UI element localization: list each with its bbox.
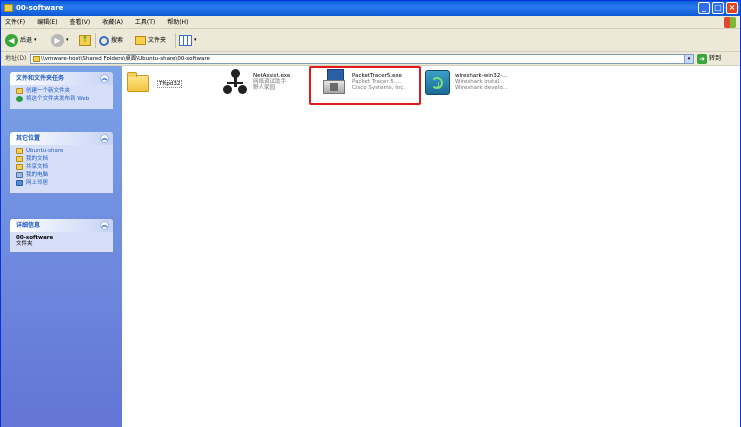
place-ubuntu-share[interactable]: Ubuntu-share xyxy=(16,148,107,154)
place-network[interactable]: 网上邻居 xyxy=(16,180,107,186)
window-title: 00-software xyxy=(16,4,64,12)
file-item[interactable]: Tftpd32 xyxy=(125,69,183,97)
menu-help[interactable]: 帮助(H) xyxy=(167,16,188,29)
documents-icon xyxy=(16,156,23,162)
menu-favorites[interactable]: 收藏(A) xyxy=(102,16,123,29)
search-label: 搜索 xyxy=(111,37,124,44)
menu-tools[interactable]: 工具(T) xyxy=(135,16,155,29)
file-tasks-panel: 文件和文件夹任务 ︽ 创建一个新文件夹 将这个文件夹发布到 Web xyxy=(10,72,113,109)
views-dropdown-icon[interactable]: ▾ xyxy=(194,33,197,48)
forward-dropdown-icon[interactable]: ▾ xyxy=(66,33,69,48)
new-folder-label: 创建一个新文件夹 xyxy=(26,88,71,94)
collapse-icon[interactable]: ︽ xyxy=(100,134,109,143)
details-header[interactable]: 详细信息 ︽ xyxy=(10,219,113,232)
file-company: 野人家园 xyxy=(253,85,276,91)
globe-icon xyxy=(16,96,23,102)
folder-icon xyxy=(125,69,153,97)
search-button[interactable]: 搜索 xyxy=(99,33,123,48)
file-tasks-title: 文件和文件夹任务 xyxy=(16,75,65,82)
place-my-documents[interactable]: 我的文档 xyxy=(16,156,107,162)
go-arrow-icon: ➜ xyxy=(697,54,707,64)
toolbar: ◀ 后退 ▾ ▶ ▾ ↑ 搜索 文件夹 ▾ xyxy=(1,29,740,52)
up-folder-button[interactable]: ↑ xyxy=(79,33,91,48)
file-item[interactable]: ↓ wireshark-win32-... Wireshark instal..… xyxy=(423,69,508,97)
forward-button[interactable]: ▶ ▾ xyxy=(51,33,69,48)
menu-view[interactable]: 查看(V) xyxy=(69,16,90,29)
views-icon xyxy=(179,35,192,46)
new-folder-link[interactable]: 创建一个新文件夹 xyxy=(16,88,107,94)
details-panel: 详细信息 ︽ 00-software 文件夹 xyxy=(10,219,113,252)
views-button[interactable]: ▾ xyxy=(179,33,197,48)
highlight-box xyxy=(309,66,421,105)
file-tasks-header[interactable]: 文件和文件夹任务 ︽ xyxy=(10,72,113,85)
menu-bar: 文件(F) 编辑(E) 查看(V) 收藏(A) 工具(T) 帮助(H) xyxy=(1,16,740,29)
details-title: 详细信息 xyxy=(16,222,41,229)
network-icon xyxy=(16,180,23,186)
network-assistant-icon xyxy=(221,69,249,97)
publish-web-link[interactable]: 将这个文件夹发布到 Web xyxy=(16,96,107,102)
wireshark-icon: ↓ xyxy=(423,69,451,97)
back-arrow-icon: ◀ xyxy=(5,34,18,47)
menu-edit[interactable]: 编辑(E) xyxy=(37,16,57,29)
file-list: Tftpd32 NetAssist.exe 网络调试助手 野人家园 Packet… xyxy=(122,66,740,427)
task-pane: 文件和文件夹任务 ︽ 创建一个新文件夹 将这个文件夹发布到 Web 其它位置 ︽ xyxy=(1,66,122,427)
search-icon xyxy=(99,35,109,46)
file-company: Wireshark develo... xyxy=(455,85,508,91)
folders-icon xyxy=(135,36,146,45)
place-label: 网上邻居 xyxy=(26,180,49,186)
details-type: 文件夹 xyxy=(16,241,33,247)
address-label: 地址(D) xyxy=(5,55,27,62)
windows-logo-icon xyxy=(724,17,736,28)
place-my-computer[interactable]: 我的电脑 xyxy=(16,172,107,178)
folder-icon xyxy=(16,148,23,154)
folder-icon xyxy=(33,56,40,62)
up-folder-icon: ↑ xyxy=(79,35,91,46)
other-places-panel: 其它位置 ︽ Ubuntu-share 我的文档 共享文档 我的电脑 网上邻居 xyxy=(10,132,113,193)
address-bar: 地址(D) \\vmware-host\Shared Folders\桌面\Ub… xyxy=(1,52,740,66)
file-name: Tftpd32 xyxy=(157,80,183,88)
folders-button[interactable]: 文件夹 xyxy=(135,33,166,48)
back-button[interactable]: ◀ 后退 ▾ xyxy=(5,33,37,48)
explorer-window: 00-software _ □ × 文件(F) 编辑(E) 查看(V) 收藏(A… xyxy=(0,0,741,427)
place-label: Ubuntu-share xyxy=(26,148,64,154)
forward-arrow-icon: ▶ xyxy=(51,34,64,47)
other-places-header[interactable]: 其它位置 ︽ xyxy=(10,132,113,145)
back-dropdown-icon[interactable]: ▾ xyxy=(34,33,37,48)
collapse-icon[interactable]: ︽ xyxy=(100,74,109,83)
place-label: 我的文档 xyxy=(26,156,49,162)
address-dropdown-icon[interactable]: ▾ xyxy=(684,55,693,63)
title-bar[interactable]: 00-software _ □ × xyxy=(1,1,740,16)
publish-web-label: 将这个文件夹发布到 Web xyxy=(26,96,90,102)
folder-icon xyxy=(4,4,13,12)
other-places-title: 其它位置 xyxy=(16,135,41,142)
go-button[interactable]: ➜ 转到 xyxy=(697,54,721,64)
shared-folder-icon xyxy=(16,164,23,170)
computer-icon xyxy=(16,172,23,178)
place-label: 共享文档 xyxy=(26,164,49,170)
collapse-icon[interactable]: ︽ xyxy=(100,221,109,230)
address-value: \\vmware-host\Shared Folders\桌面\Ubuntu-s… xyxy=(41,56,210,62)
minimize-button[interactable]: _ xyxy=(698,2,710,14)
menu-file[interactable]: 文件(F) xyxy=(5,16,25,29)
address-input[interactable]: \\vmware-host\Shared Folders\桌面\Ubuntu-s… xyxy=(30,54,694,64)
folders-label: 文件夹 xyxy=(148,37,167,44)
back-label: 后退 xyxy=(20,37,33,44)
place-label: 我的电脑 xyxy=(26,172,49,178)
place-shared-documents[interactable]: 共享文档 xyxy=(16,164,107,170)
go-label: 转到 xyxy=(709,55,722,62)
file-item[interactable]: NetAssist.exe 网络调试助手 野人家园 xyxy=(221,69,290,97)
new-folder-icon xyxy=(16,88,23,94)
maximize-button[interactable]: □ xyxy=(712,2,724,14)
close-button[interactable]: × xyxy=(726,2,738,14)
